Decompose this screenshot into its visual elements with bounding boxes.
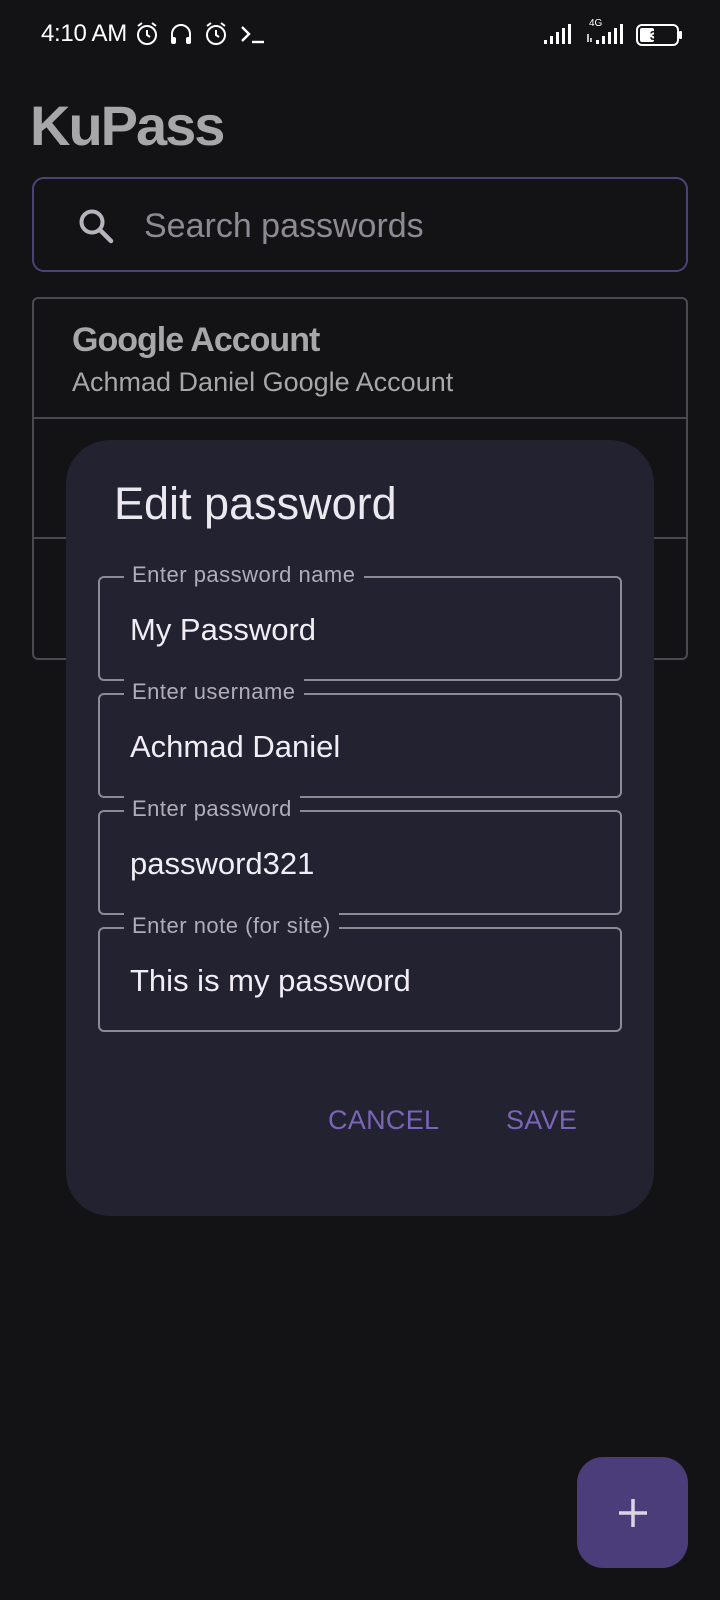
signal-icon [543,20,573,51]
field-label: Enter note (for site) [124,913,339,939]
list-item-name: Google Account [72,321,320,359]
add-password-button[interactable] [577,1457,688,1568]
signal-4g-icon: 4G [585,16,627,51]
field-label: Enter password name [124,562,364,588]
field-label: Enter password [124,796,300,822]
field-label: Enter username [124,679,304,705]
search-box[interactable] [32,177,688,272]
list-item[interactable]: Google Account Achmad Daniel Google Acco… [34,299,686,419]
dialog-title: Edit password [114,478,397,529]
screen: 4:10 AM 4G 34 KuPass Search passwords Go… [0,0,720,1600]
battery-icon: 34 [636,23,684,52]
terminal-icon [240,21,266,47]
headset-icon [168,21,194,47]
username-input[interactable] [130,725,600,769]
password-name-input[interactable] [130,608,600,652]
save-button[interactable]: SAVE [506,1105,577,1136]
status-time: 4:10 AM [41,20,127,47]
password-field[interactable]: Enter password [98,796,622,915]
search-input[interactable] [144,201,644,251]
alarm-icon [134,21,160,47]
list-item-username: Achmad Daniel Google Account [72,367,454,397]
alarm-icon [203,21,229,47]
note-input[interactable] [130,959,600,1003]
search-icon [76,206,116,246]
status-bar: 4:10 AM 4G 34 [0,0,720,70]
username-field[interactable]: Enter username [98,679,622,798]
network-type: 4G [589,18,603,29]
password-input[interactable] [130,842,600,886]
dialog-actions: CANCEL SAVE [66,1105,654,1155]
cancel-button[interactable]: CANCEL [328,1105,439,1136]
app-title: KuPass [30,94,225,157]
battery-level: 34 [650,28,665,43]
edit-password-dialog: Edit password Enter password name Enter … [66,440,654,1216]
note-field[interactable]: Enter note (for site) [98,913,622,1032]
password-name-field[interactable]: Enter password name [98,562,622,681]
